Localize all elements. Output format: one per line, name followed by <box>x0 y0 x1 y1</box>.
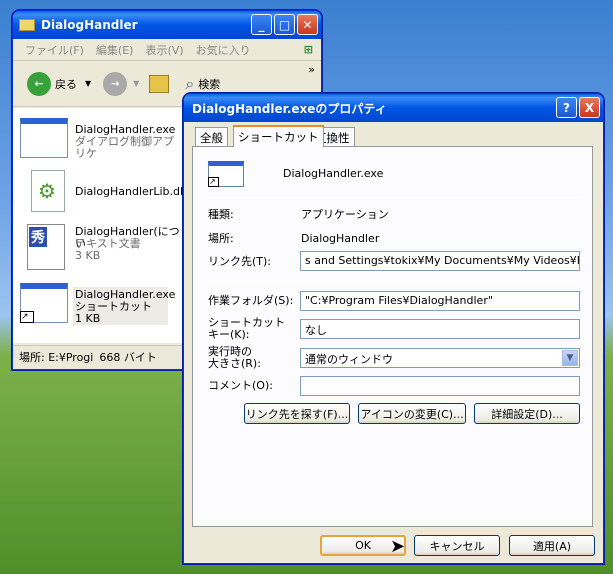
back-button-label[interactable]: 戻る <box>55 76 77 92</box>
location-label: 場所: <box>208 232 234 245</box>
forward-arrow-icon[interactable]: → <box>103 71 128 96</box>
file-description: ダイアログ制御アプリケ <box>75 135 174 160</box>
close-button[interactable]: ✕ <box>297 14 318 35</box>
change-icon-button[interactable]: アイコンの変更(C)... <box>358 403 466 424</box>
location-value: DialogHandler <box>301 232 380 245</box>
explorer-titlebar[interactable]: DialogHandler _ □ ✕ <box>13 11 321 39</box>
explorer-menubar: ファイル(F) 編集(E) 表示(V) お気に入り ⊞ <box>13 39 321 61</box>
menu-edit[interactable]: 編集(E) <box>96 42 134 58</box>
explorer-title: DialogHandler <box>41 18 138 32</box>
up-folder-icon[interactable] <box>149 74 170 93</box>
file-size: 1 KB <box>75 312 101 325</box>
windows-logo-icon: ⊞ <box>303 43 313 56</box>
file-name: DialogHandlerLib.dll <box>75 185 187 198</box>
shortcut-key-input[interactable]: なし <box>300 319 580 339</box>
file-size: 3 KB <box>75 249 101 262</box>
divider <box>207 281 579 282</box>
run-size-select[interactable]: 通常のウィンドウ ▼ <box>300 348 580 368</box>
dialog-close-button[interactable]: X <box>579 97 600 118</box>
search-button-label[interactable]: 検索 <box>198 76 220 92</box>
run-size-label-2: 大きさ(R): <box>208 357 261 370</box>
chevron-down-icon[interactable]: ▼ <box>562 350 578 366</box>
forward-dropdown-icon[interactable]: ▼ <box>133 79 139 88</box>
minimize-button[interactable]: _ <box>251 14 272 35</box>
status-size: 668 バイト <box>99 350 157 364</box>
dialog-title: DialogHandler.exeのプロパティ <box>192 101 387 116</box>
run-size-value: 通常のウィンドウ <box>305 353 393 366</box>
advanced-button[interactable]: 詳細設定(D)... <box>474 403 580 424</box>
back-dropdown-icon[interactable]: ▼ <box>85 79 91 88</box>
folder-icon <box>19 19 35 31</box>
tab-panel: ↗ DialogHandler.exe 種類: アプリケーション 場所: Dia… <box>192 146 593 527</box>
menu-view[interactable]: 表示(V) <box>145 42 183 58</box>
dialog-titlebar[interactable]: DialogHandler.exeのプロパティ ? X <box>184 94 603 122</box>
tab-general[interactable]: 全般 <box>195 127 228 146</box>
comment-label: コメント(O): <box>208 379 273 392</box>
target-label: リンク先(T): <box>208 255 272 268</box>
type-label: 種類: <box>208 208 234 221</box>
target-input[interactable]: s and Settings¥tokix¥My Documents¥My Vid… <box>300 251 580 271</box>
menu-file[interactable]: ファイル(F) <box>25 42 84 58</box>
menu-favorites[interactable]: お気に入り <box>196 42 251 58</box>
shortcut-key-label-2: キー(K): <box>208 328 250 341</box>
text-document-icon: 秀 <box>27 224 65 270</box>
type-value: アプリケーション <box>301 208 389 221</box>
tab-shortcut[interactable]: ショートカット <box>233 125 324 147</box>
divider <box>207 197 579 198</box>
shortcut-application-icon: ↗ <box>20 283 68 323</box>
tab-strip: 全般 ショートカット 互換性 <box>192 125 592 147</box>
toolbar-more-icon[interactable]: » <box>308 63 315 76</box>
properties-dialog: DialogHandler.exeのプロパティ ? X 全般 ショートカット 互… <box>183 93 604 564</box>
application-icon <box>20 118 68 158</box>
mouse-cursor-icon: ➤ <box>390 536 406 557</box>
back-arrow-icon[interactable]: ← <box>27 71 51 96</box>
dll-gear-icon: ⚙ <box>31 170 65 212</box>
list-item[interactable]: ⚙ DialogHandlerLib.dll <box>13 170 187 214</box>
list-item[interactable]: DialogHandler.exe ダイアログ制御アプリケ <box>13 116 183 160</box>
shortcut-file-name: DialogHandler.exe <box>283 167 384 180</box>
maximize-button[interactable]: □ <box>274 14 295 35</box>
comment-input[interactable] <box>300 376 580 396</box>
search-icon[interactable]: ⌕ <box>185 74 194 94</box>
workdir-label: 作業フォルダ(S): <box>208 294 294 307</box>
shortcut-file-icon: ↗ <box>208 161 244 187</box>
cancel-button[interactable]: キャンセル <box>414 535 500 556</box>
status-location: 場所: E:¥Progi <box>19 350 94 364</box>
apply-button[interactable]: 適用(A) <box>509 535 595 556</box>
workdir-input[interactable]: "C:¥Program Files¥DialogHandler" <box>300 291 580 311</box>
list-item[interactable]: 秀 DialogHandler(につい テキスト文書 3 KB <box>13 224 183 270</box>
help-button[interactable]: ? <box>556 97 577 118</box>
find-target-button[interactable]: リンク先を探す(F)... <box>244 403 350 424</box>
list-item[interactable]: ↗ DialogHandler.exe ショートカット 1 KB <box>13 281 183 325</box>
